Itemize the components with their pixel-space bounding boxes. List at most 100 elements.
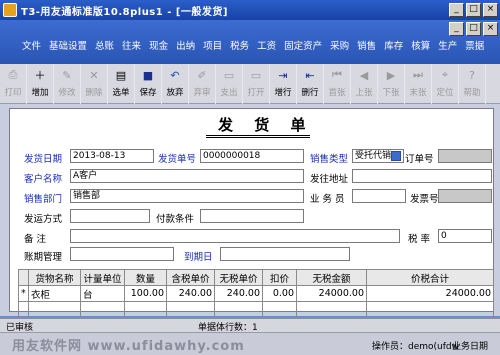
- mdi-restore-button[interactable]: □: [466, 22, 481, 36]
- expense-icon: ▭: [223, 68, 235, 82]
- title-bar: T3-用友通标准版10.8plus1 - [一般发货] _ □ ×: [0, 0, 500, 20]
- menu-costing[interactable]: 核算: [407, 38, 434, 52]
- remark-field[interactable]: [70, 229, 400, 243]
- customer-field[interactable]: A客户: [70, 169, 304, 183]
- cell-unit[interactable]: 台: [80, 285, 125, 302]
- col-notax-amount[interactable]: 无税金额: [296, 269, 367, 286]
- menu-tax[interactable]: 税务: [226, 38, 253, 52]
- delete-row-button[interactable]: ⇤ 删行: [297, 64, 324, 104]
- row-marker: *: [18, 285, 29, 302]
- add-icon: ＋: [34, 69, 46, 82]
- menu-file[interactable]: 文件: [18, 38, 45, 52]
- mdi-minimize-button[interactable]: _: [449, 22, 464, 36]
- discard-button[interactable]: ↶ 放弃: [162, 64, 189, 104]
- col-discount[interactable]: 扣价: [262, 269, 297, 286]
- unaudit-icon: ✐: [197, 68, 207, 82]
- account-mgmt-field[interactable]: [70, 247, 174, 261]
- next-button[interactable]: ▶ 下张: [378, 64, 405, 104]
- sales-type-dropdown-icon[interactable]: [391, 151, 401, 161]
- delete-button[interactable]: ✕ 删除: [81, 64, 108, 104]
- table-row[interactable]: [18, 301, 494, 318]
- watermark-text: 用友软件网 www.ufidawhy.com: [12, 339, 245, 354]
- empty-cell[interactable]: [214, 301, 263, 318]
- order-no-field[interactable]: [438, 149, 492, 163]
- menu-production[interactable]: 生产: [434, 38, 461, 52]
- select-icon: ▤: [115, 68, 127, 82]
- empty-cell[interactable]: [28, 301, 81, 318]
- edit-button[interactable]: ✎ 修改: [54, 64, 81, 104]
- col-tax-price[interactable]: 含税单价: [166, 269, 215, 286]
- edit-icon: ✎: [62, 68, 72, 82]
- ship-addr-field[interactable]: [352, 169, 492, 183]
- cell-discount[interactable]: 0.00: [262, 285, 297, 302]
- mdi-close-button[interactable]: ×: [483, 22, 498, 36]
- save-button[interactable]: ■ 保存: [135, 64, 162, 104]
- menu-ledger[interactable]: 总账: [91, 38, 118, 52]
- open-button[interactable]: ▭ 打开: [243, 64, 270, 104]
- unaudit-button[interactable]: ✐ 弃审: [189, 64, 216, 104]
- document-area: 发 货 单 发货日期 2013-08-13 发货单号 0000000018 销售…: [0, 104, 500, 318]
- print-icon: ⎙: [8, 68, 18, 81]
- ship-no-field[interactable]: 0000000018: [200, 149, 304, 163]
- pay-terms-field[interactable]: [200, 209, 304, 223]
- empty-cell[interactable]: [166, 301, 215, 318]
- invoice-no-field[interactable]: [438, 189, 492, 203]
- col-total[interactable]: 价税合计: [366, 269, 494, 286]
- customer-label: 客户名称: [24, 174, 63, 185]
- print-button[interactable]: ⎙ 打印: [0, 64, 27, 104]
- help-button[interactable]: ? 帮助: [459, 64, 486, 104]
- expense-button[interactable]: ▭ 支出: [216, 64, 243, 104]
- salesman-field[interactable]: [352, 189, 406, 203]
- ship-method-field[interactable]: [70, 209, 150, 223]
- menu-accounts[interactable]: 往来: [118, 38, 145, 52]
- locate-button[interactable]: ⌖ 定位: [432, 64, 459, 104]
- menu-sales[interactable]: 销售: [353, 38, 380, 52]
- tax-rate-field[interactable]: 0: [438, 229, 492, 243]
- ship-method-label: 发运方式: [24, 214, 63, 225]
- close-button[interactable]: ×: [483, 3, 498, 17]
- shipping-form: 发 货 单 发货日期 2013-08-13 发货单号 0000000018 销售…: [9, 108, 494, 318]
- prev-button[interactable]: ◀ 上张: [351, 64, 378, 104]
- menu-cash[interactable]: 现金: [145, 38, 172, 52]
- menu-fixed-assets[interactable]: 固定资产: [280, 38, 326, 52]
- menu-inventory[interactable]: 库存: [380, 38, 407, 52]
- menu-purchase[interactable]: 采购: [326, 38, 353, 52]
- menu-bills[interactable]: 票据: [461, 38, 488, 52]
- menu-payroll[interactable]: 工资: [253, 38, 280, 52]
- empty-cell[interactable]: [124, 301, 167, 318]
- last-button[interactable]: ⏭ 末张: [405, 64, 432, 104]
- cell-qty[interactable]: 100.00: [124, 285, 167, 302]
- menu-bar: _ □ × 文件 基础设置 总账 往来 现金 出纳 项目 税务 工资 固定资产 …: [0, 20, 500, 64]
- menu-items: 文件 基础设置 总账 往来 现金 出纳 项目 税务 工资 固定资产 采购 销售 …: [18, 38, 488, 52]
- first-button[interactable]: ⏮ 首张: [324, 64, 351, 104]
- empty-cell[interactable]: [296, 301, 367, 318]
- menu-cashier[interactable]: 出纳: [172, 38, 199, 52]
- dept-field[interactable]: 销售部: [70, 189, 304, 203]
- menu-project[interactable]: 项目: [199, 38, 226, 52]
- select-button[interactable]: ▤ 选单: [108, 64, 135, 104]
- order-no-label: 订单号: [405, 154, 434, 165]
- col-unit[interactable]: 计量单位: [80, 269, 125, 286]
- due-date-field[interactable]: [220, 247, 350, 261]
- cell-tax-price[interactable]: 240.00: [166, 285, 215, 302]
- cell-item-name[interactable]: 衣柜: [28, 285, 81, 302]
- col-item-name[interactable]: 货物名称: [28, 269, 81, 286]
- menu-basic-settings[interactable]: 基础设置: [45, 38, 91, 52]
- empty-cell[interactable]: [80, 301, 125, 318]
- col-qty[interactable]: 数量: [124, 269, 167, 286]
- empty-cell[interactable]: [262, 301, 297, 318]
- ship-date-field[interactable]: 2013-08-13: [70, 149, 154, 163]
- col-notax-price[interactable]: 无税单价: [214, 269, 263, 286]
- cell-notax-price[interactable]: 240.00: [214, 285, 263, 302]
- tax-rate-label: 税 率: [408, 234, 431, 245]
- add-row-button[interactable]: ⇥ 增行: [270, 64, 297, 104]
- status-bar: 已审核 单据体行数：1: [0, 318, 500, 333]
- add-button[interactable]: ＋增加: [27, 64, 54, 104]
- discard-icon: ↶: [170, 68, 180, 82]
- cell-total[interactable]: 24000.00: [366, 285, 494, 302]
- table-row[interactable]: * 衣柜 台 100.00 240.00 240.00 0.00 24000.0…: [18, 285, 494, 302]
- empty-cell[interactable]: [366, 301, 494, 318]
- minimize-button[interactable]: _: [449, 3, 464, 17]
- cell-notax-amount[interactable]: 24000.00: [296, 285, 367, 302]
- maximize-button[interactable]: □: [466, 3, 481, 17]
